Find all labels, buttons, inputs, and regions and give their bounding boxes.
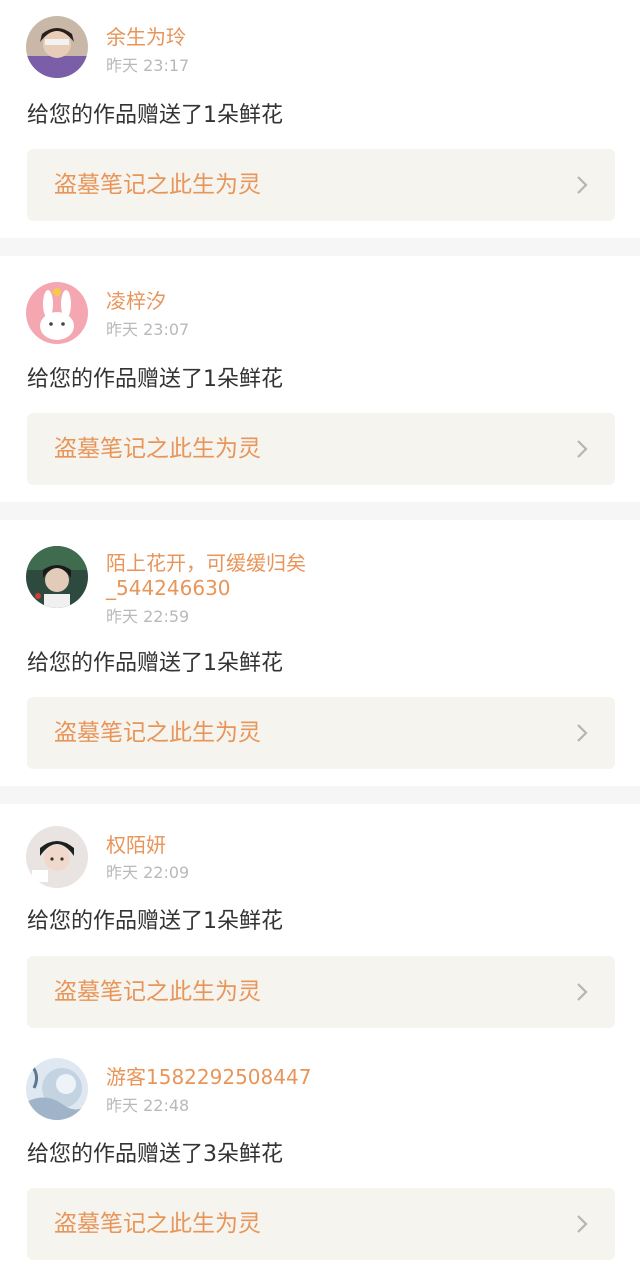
divider (0, 786, 640, 804)
notification-item: 凌梓汐 昨天 23:07 给您的作品赠送了1朵鲜花 盗墓笔记之此生为灵 (0, 256, 640, 502)
work-title: 盗墓笔记之此生为灵 (54, 436, 261, 462)
avatar[interactable] (26, 546, 88, 608)
username[interactable]: 游客1582292508447 (106, 1065, 311, 1090)
work-link-button[interactable]: 盗墓笔记之此生为灵 (27, 149, 615, 221)
work-link-button[interactable]: 盗墓笔记之此生为灵 (27, 413, 615, 485)
avatar-bunny-icon (26, 282, 88, 344)
chevron-right-icon (576, 723, 588, 743)
avatar[interactable] (26, 282, 88, 344)
avatar-user-photo-icon (26, 16, 88, 78)
avatar-user-photo-icon (26, 826, 88, 888)
divider (0, 502, 640, 520)
notification-message: 给您的作品赠送了1朵鲜花 (27, 909, 283, 934)
username[interactable]: 余生为玲 (106, 25, 186, 50)
work-title: 盗墓笔记之此生为灵 (54, 979, 261, 1005)
timestamp: 昨天 23:17 (106, 56, 190, 75)
notification-item: 余生为玲 昨天 23:17 给您的作品赠送了1朵鲜花 盗墓笔记之此生为灵 (0, 0, 640, 238)
work-link-button[interactable]: 盗墓笔记之此生为灵 (27, 956, 615, 1028)
work-link-button[interactable]: 盗墓笔记之此生为灵 (27, 697, 615, 769)
notification-item: 陌上花开，可缓缓归矣 _544246630 昨天 22:59 给您的作品赠送了1… (0, 520, 640, 786)
notification-message: 给您的作品赠送了1朵鲜花 (27, 651, 283, 676)
timestamp: 昨天 22:09 (106, 863, 190, 882)
avatar[interactable] (26, 826, 88, 888)
avatar-user-photo-icon (26, 546, 88, 608)
work-title: 盗墓笔记之此生为灵 (54, 1211, 261, 1237)
timestamp: 昨天 22:59 (106, 607, 190, 626)
timestamp: 昨天 23:07 (106, 320, 190, 339)
avatar[interactable] (26, 1058, 88, 1120)
chevron-right-icon (576, 982, 588, 1002)
chevron-right-icon (576, 1214, 588, 1234)
divider (0, 238, 640, 256)
avatar[interactable] (26, 16, 88, 78)
username[interactable]: 权陌妍 (106, 833, 166, 858)
username[interactable]: 陌上花开，可缓缓归矣 (106, 551, 306, 576)
notification-message: 给您的作品赠送了3朵鲜花 (27, 1142, 283, 1167)
avatar-default-icon (26, 1058, 88, 1120)
notification-item: 游客1582292508447 昨天 22:48 给您的作品赠送了3朵鲜花 盗墓… (0, 1040, 640, 1268)
notification-feed: 余生为玲 昨天 23:17 给您的作品赠送了1朵鲜花 盗墓笔记之此生为灵 凌梓汐… (0, 0, 640, 1268)
notification-message: 给您的作品赠送了1朵鲜花 (27, 103, 283, 128)
notification-message: 给您的作品赠送了1朵鲜花 (27, 367, 283, 392)
work-title: 盗墓笔记之此生为灵 (54, 172, 261, 198)
username-continued[interactable]: _544246630 (106, 576, 231, 601)
chevron-right-icon (576, 175, 588, 195)
work-title: 盗墓笔记之此生为灵 (54, 720, 261, 746)
username[interactable]: 凌梓汐 (106, 289, 166, 314)
notification-item: 权陌妍 昨天 22:09 给您的作品赠送了1朵鲜花 盗墓笔记之此生为灵 (0, 804, 640, 1040)
work-link-button[interactable]: 盗墓笔记之此生为灵 (27, 1188, 615, 1260)
timestamp: 昨天 22:48 (106, 1096, 190, 1115)
chevron-right-icon (576, 439, 588, 459)
